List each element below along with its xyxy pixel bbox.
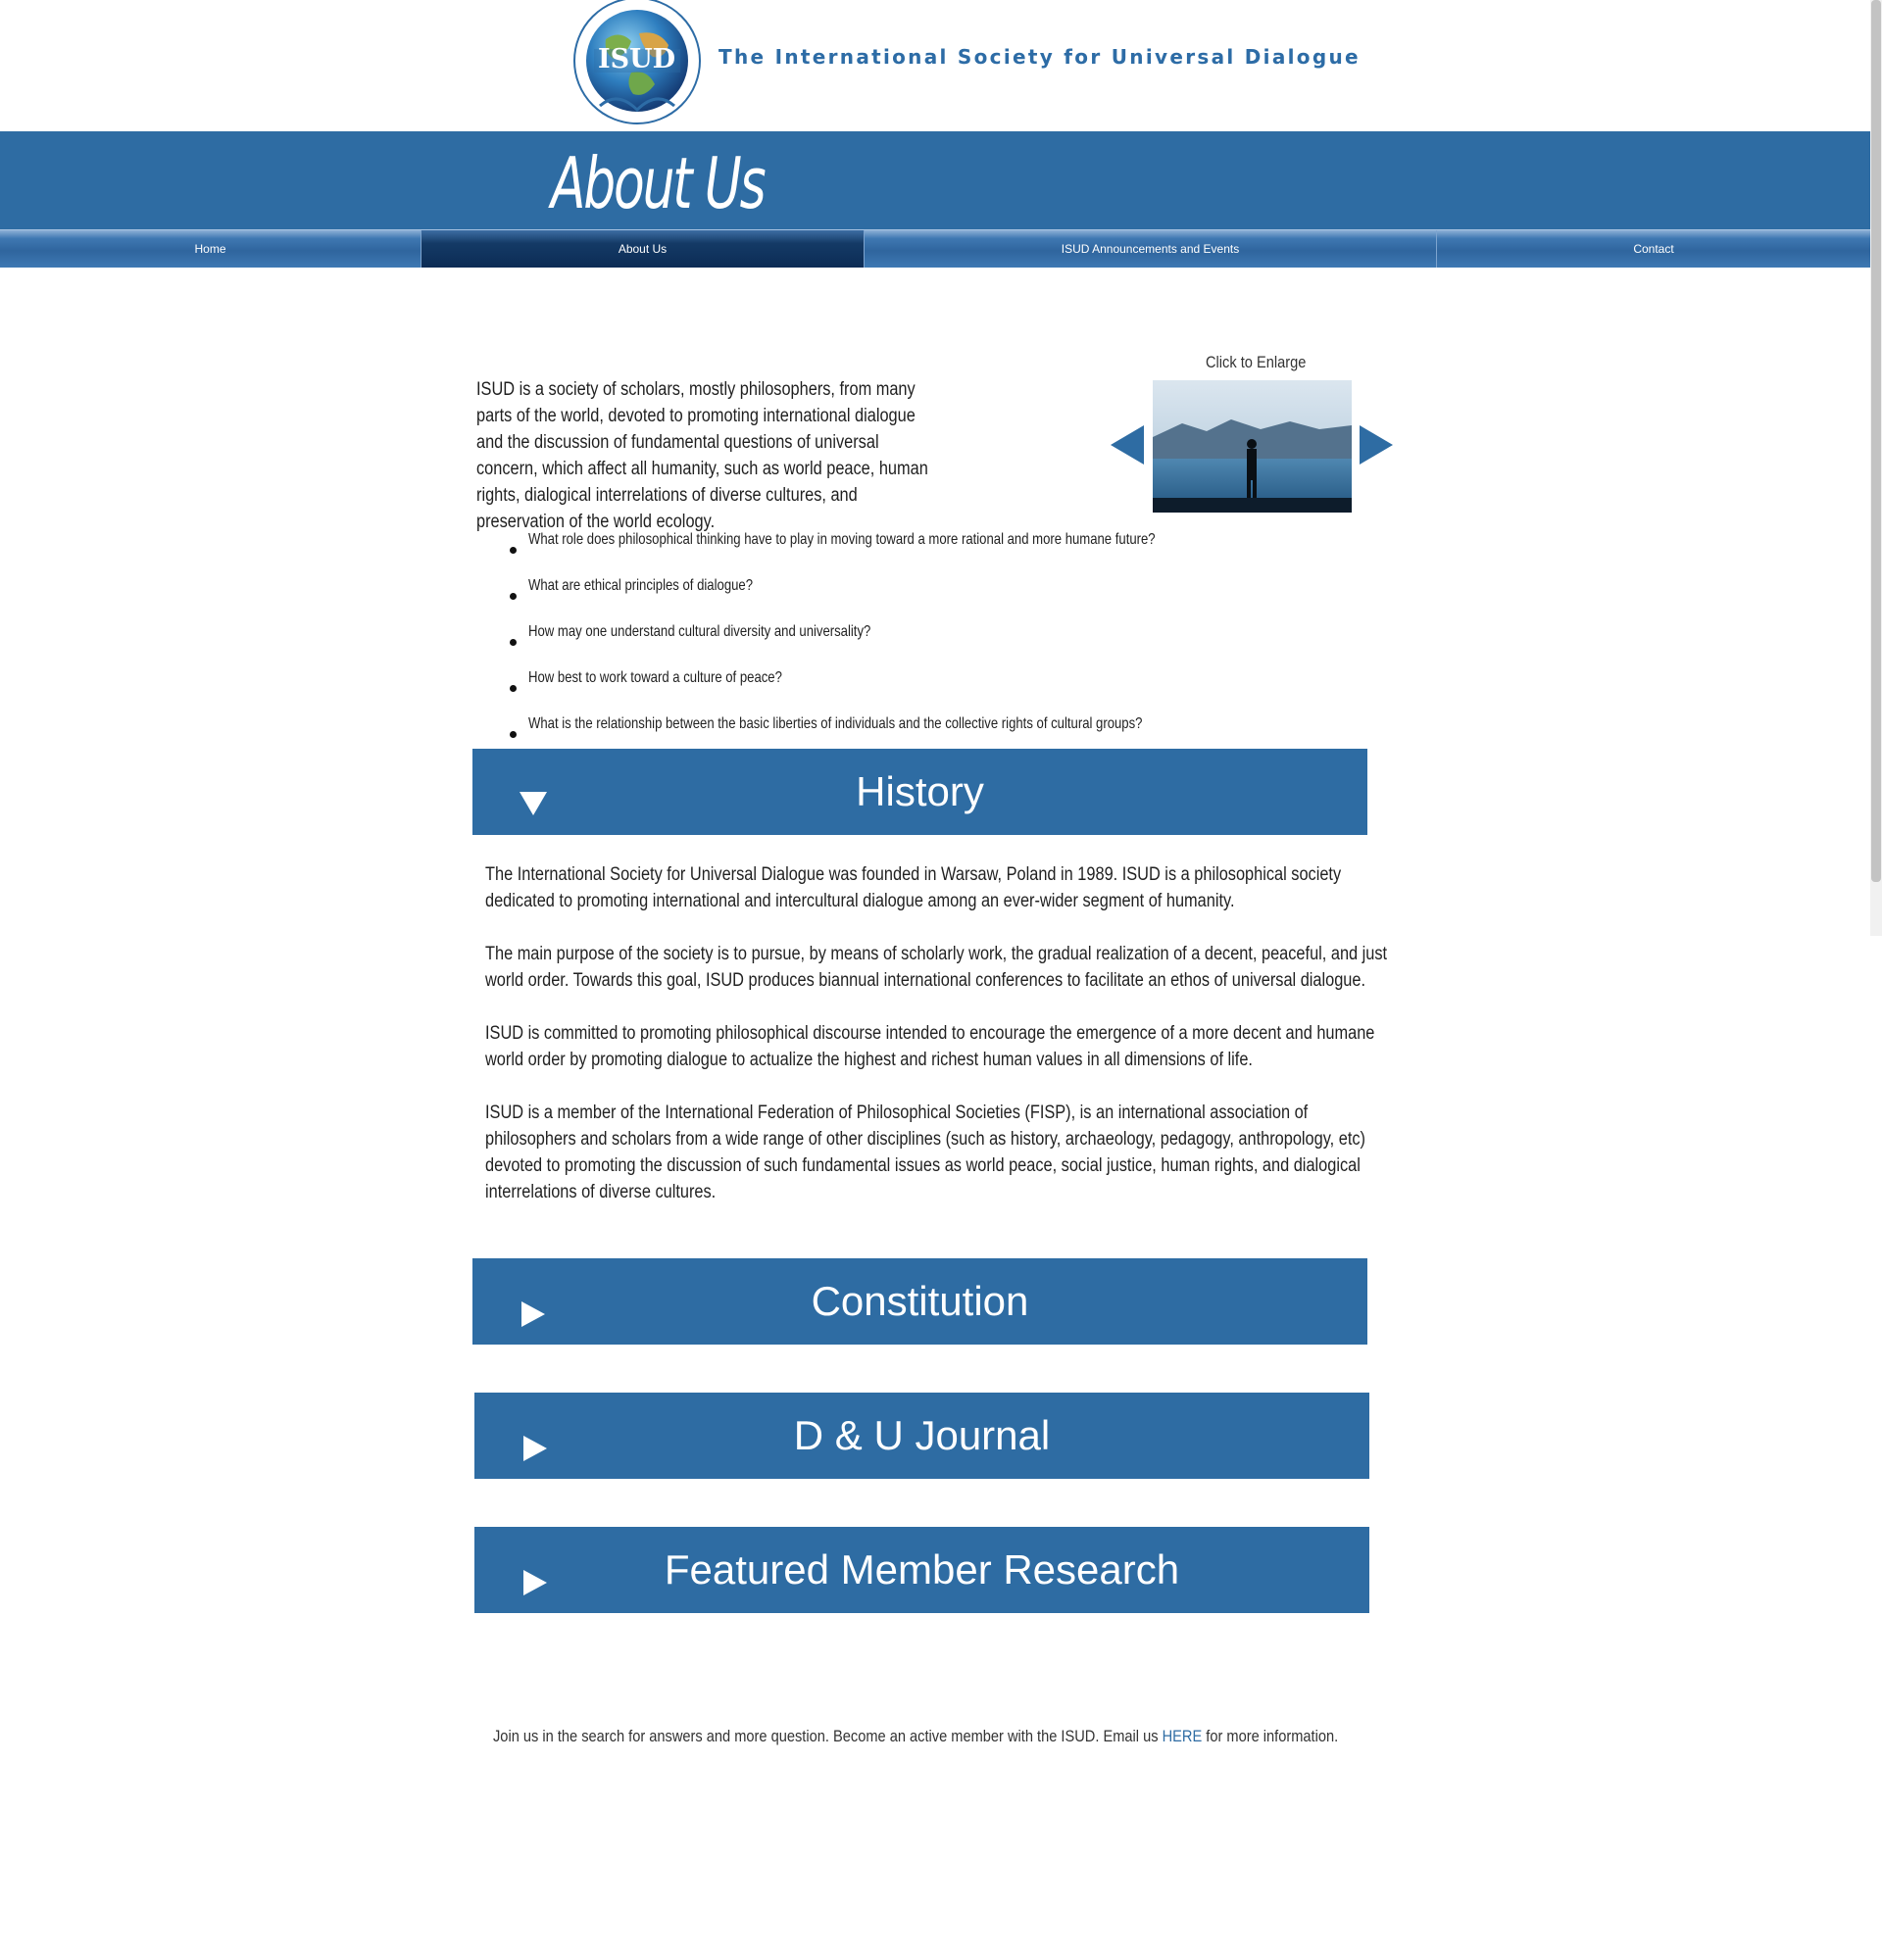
footer-message: Join us in the search for answers and mo… (493, 1727, 1338, 1746)
bullet-icon (510, 547, 517, 554)
list-item: What role does philosophical thinking ha… (505, 531, 1293, 577)
email-here-link[interactable]: HERE (1163, 1727, 1203, 1745)
bullet-icon (510, 593, 517, 600)
footer-text-after: for more information. (1202, 1727, 1339, 1745)
research-accordion-header[interactable]: Featured Member Research (474, 1527, 1369, 1613)
slideshow-image[interactable] (1153, 380, 1352, 513)
chevron-right-icon (521, 1424, 549, 1461)
list-item: How best to work toward a culture of pea… (505, 669, 1293, 715)
question-list: What role does philosophical thinking ha… (505, 531, 1293, 761)
list-item: How may one understand cultural diversit… (505, 623, 1293, 669)
logo-text: ISUD (598, 44, 676, 74)
journal-title: D & U Journal (793, 1412, 1051, 1458)
constitution-title: Constitution (811, 1278, 1029, 1324)
constitution-accordion-header[interactable]: Constitution (472, 1258, 1367, 1345)
nav-contact[interactable]: Contact (1437, 230, 1870, 268)
research-title: Featured Member Research (664, 1546, 1180, 1592)
history-title: History (856, 768, 984, 814)
bullet-icon (510, 731, 517, 738)
page-banner (0, 131, 1870, 229)
nav-announcements-events[interactable]: ISUD Announcements and Events (865, 230, 1437, 268)
history-paragraph: ISUD is a member of the International Fe… (485, 1102, 1366, 1202)
scrollbar-thumb[interactable] (1871, 0, 1881, 882)
bullet-icon (510, 639, 517, 646)
history-paragraph: The main purpose of the society is to pu… (485, 944, 1388, 991)
history-paragraph: The International Society for Universal … (485, 864, 1342, 911)
slideshow-prev-arrow-icon[interactable] (1111, 425, 1145, 465)
journal-accordion-header[interactable]: D & U Journal (474, 1393, 1369, 1479)
footer-text-before: Join us in the search for answers and mo… (493, 1727, 1163, 1745)
chevron-right-icon (521, 1558, 549, 1595)
bullet-icon (510, 685, 517, 692)
list-item: What are ethical principles of dialogue? (505, 577, 1293, 623)
chevron-right-icon (520, 1290, 547, 1327)
site-title: The International Society for Universal … (718, 45, 1361, 69)
history-paragraph: ISUD is committed to promoting philosoph… (485, 1023, 1375, 1070)
isud-globe-logo[interactable]: ISUD (570, 0, 704, 133)
enlarge-label: Click to Enlarge (1206, 353, 1307, 371)
main-nav: Home About Us ISUD Announcements and Eve… (0, 229, 1870, 268)
nav-about-us[interactable]: About Us (421, 230, 865, 268)
history-content: The International Society for Universal … (485, 861, 1396, 1232)
page-title: About Us (551, 142, 767, 224)
history-accordion-header[interactable]: History (472, 749, 1367, 835)
nav-home[interactable]: Home (0, 230, 421, 268)
chevron-down-icon (520, 780, 547, 815)
intro-paragraph: ISUD is a society of scholars, mostly ph… (476, 379, 928, 532)
slideshow-next-arrow-icon[interactable] (1359, 425, 1393, 465)
